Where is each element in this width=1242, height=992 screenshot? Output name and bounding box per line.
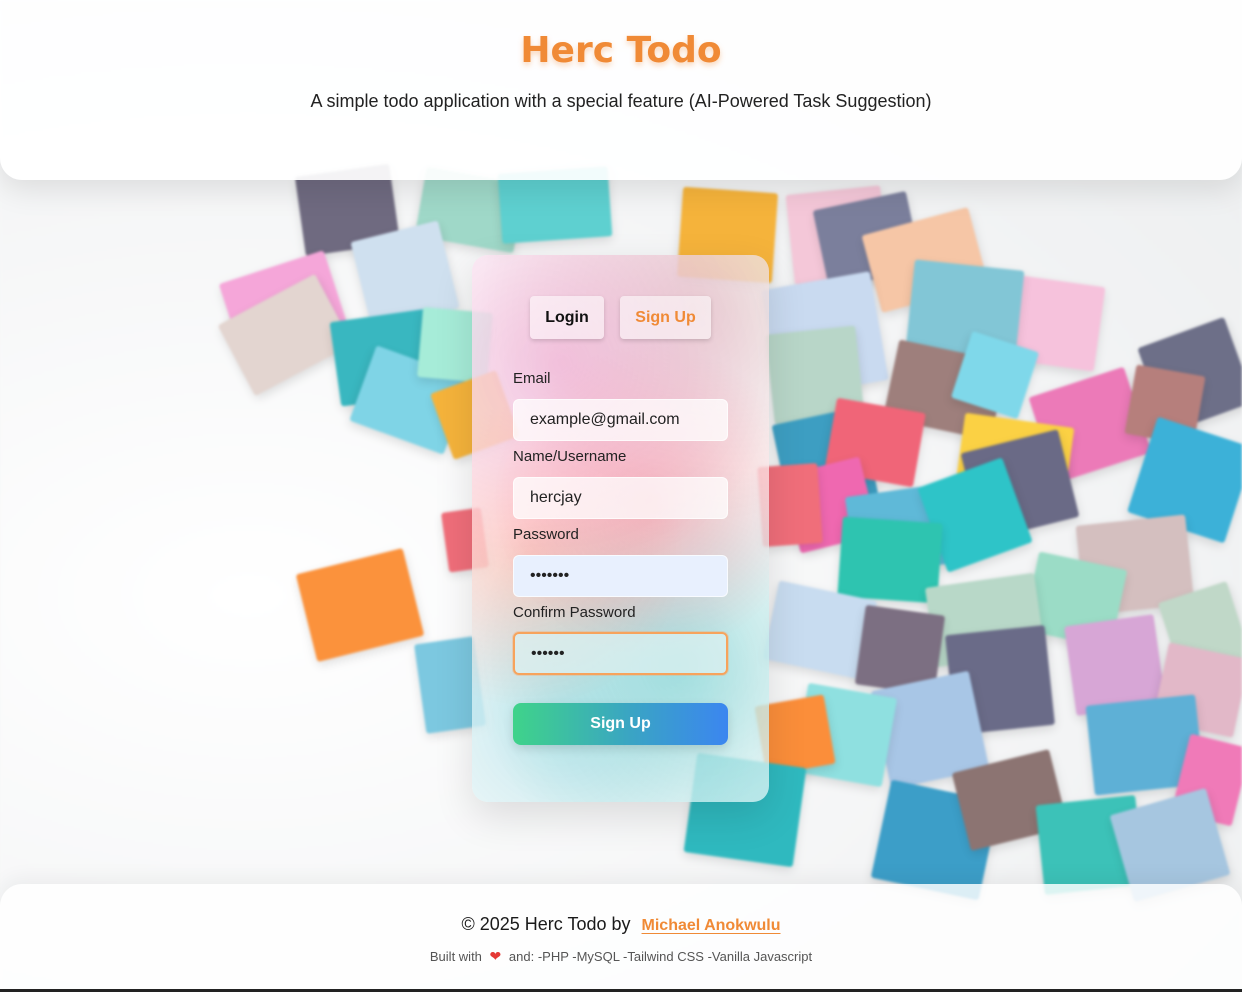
confirm-password-label: Confirm Password — [513, 604, 636, 621]
built-suffix: and: -PHP -MySQL -Tailwind CSS -Vanilla … — [508, 949, 813, 964]
tab-signup[interactable]: Sign Up — [620, 296, 711, 339]
tab-login[interactable]: Login — [530, 296, 604, 339]
footer-built-with: Built with ❤ and: -PHP -MySQL -Tailwind … — [0, 948, 1242, 965]
footer-copyright: © 2025 Herc Todo by Michael Anokwulu — [0, 914, 1242, 935]
confirm-password-field[interactable]: •••••• — [513, 632, 728, 675]
auth-card: Login Sign Up Email example@gmail.com Na… — [472, 255, 769, 802]
author-link[interactable]: Michael Anokwulu — [642, 917, 781, 934]
page-subtitle: A simple todo application with a special… — [310, 91, 932, 111]
email-field[interactable]: example@gmail.com — [513, 399, 728, 441]
copyright-text: © 2025 Herc Todo by — [461, 914, 631, 934]
heart-icon: ❤ — [489, 948, 502, 964]
password-label: Password — [513, 526, 579, 543]
page-title: Herc Todo — [520, 30, 722, 71]
page-footer: © 2025 Herc Todo by Michael Anokwulu Bui… — [0, 884, 1242, 990]
signup-submit-button[interactable]: Sign Up — [513, 703, 728, 745]
username-field[interactable]: hercjay — [513, 477, 728, 519]
page-header: Herc Todo A simple todo application with… — [0, 0, 1242, 180]
auth-tabs: Login Sign Up — [472, 296, 769, 339]
email-label: Email — [513, 370, 551, 387]
username-label: Name/Username — [513, 448, 627, 465]
password-field[interactable]: ••••••• — [513, 555, 728, 597]
built-prefix: Built with — [429, 949, 482, 964]
